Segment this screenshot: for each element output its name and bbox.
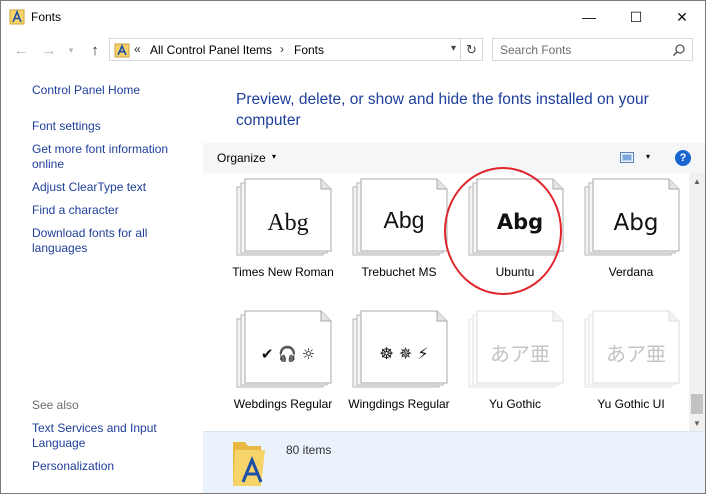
font-tile-verdana[interactable]: Abg Verdana [569, 177, 685, 305]
font-sample: ☸ ✵ ⚡ [379, 344, 428, 363]
vertical-scrollbar[interactable]: ▲ ▼ [689, 173, 705, 431]
download-fonts-link[interactable]: Download fonts for all languages [32, 226, 162, 256]
font-grid: Abg Times New Roman Abg Trebuchet MS Abg… [203, 173, 705, 431]
font-sample: Abg [267, 210, 308, 236]
breadcrumb-all-control-panel-items[interactable]: All Control Panel Items [150, 43, 272, 57]
font-file-icon: あア亜 [584, 310, 680, 388]
breadcrumb-fonts[interactable]: Fonts [294, 43, 324, 57]
font-name: Wingdings Regular [348, 397, 450, 411]
font-sample: あア亜 [490, 342, 550, 366]
font-file-icon: ☸ ✵ ⚡ [352, 310, 448, 388]
back-arrow-icon[interactable]: ← [11, 39, 31, 61]
up-arrow-icon[interactable]: ↑ [85, 39, 105, 61]
font-name: Yu Gothic UI [597, 397, 665, 411]
font-name: Times New Roman [232, 265, 334, 279]
font-tile-times-new-roman[interactable]: Abg Times New Roman [221, 177, 337, 305]
fonts-folder-icon [233, 442, 265, 486]
font-name: Ubuntu [495, 265, 535, 279]
find-a-character-link[interactable]: Find a character [32, 203, 197, 218]
page-heading: Preview, delete, or show and hide the fo… [236, 91, 649, 129]
scroll-up-arrow-icon[interactable]: ▲ [689, 173, 705, 189]
see-also-heading: See also [32, 398, 79, 412]
scroll-down-arrow-icon[interactable]: ▼ [689, 415, 705, 431]
search-input[interactable] [493, 39, 668, 60]
organize-button[interactable]: Organize [217, 151, 266, 165]
organize-chevron-icon[interactable]: ▾ [272, 152, 276, 161]
main-pane: Preview, delete, or show and hide the fo… [203, 65, 705, 493]
address-bar[interactable]: « All Control Panel Items › Fonts ▾ ↻ [109, 38, 483, 61]
font-file-icon: Abg [236, 178, 332, 256]
font-sample: ✔ 🎧 ☼ [261, 345, 315, 363]
search-box[interactable] [492, 38, 693, 61]
address-dropdown-icon[interactable]: ▾ [451, 43, 456, 54]
personalization-link[interactable]: Personalization [32, 459, 197, 474]
view-options-chevron-icon[interactable]: ▾ [646, 152, 650, 161]
font-file-icon: Abg [584, 178, 680, 256]
font-sample: Abg [497, 210, 543, 234]
text-services-link[interactable]: Text Services and Input Language [32, 421, 172, 451]
minimize-button[interactable]: — [566, 1, 612, 33]
details-pane: 80 items [203, 431, 705, 493]
font-sample: Abg [614, 210, 659, 236]
maximize-button[interactable]: ☐ [613, 1, 659, 33]
recent-locations-chevron-icon[interactable]: ▾ [61, 39, 81, 61]
scroll-thumb[interactable] [691, 394, 703, 414]
font-sample: あア亜 [606, 342, 666, 366]
font-tile-ubuntu[interactable]: Abg Ubuntu [453, 177, 569, 305]
forward-arrow-icon[interactable]: → [39, 39, 59, 61]
font-file-icon: あア亜 [468, 310, 564, 388]
font-name: Trebuchet MS [361, 265, 437, 279]
font-name: Verdana [608, 265, 654, 279]
font-file-icon: ✔ 🎧 ☼ [236, 310, 332, 388]
font-tile-yu-gothic[interactable]: あア亜 Yu Gothic [453, 309, 569, 431]
command-bar: Organize ▾ ▾ ? [203, 143, 705, 173]
font-name: Yu Gothic [488, 397, 542, 411]
left-pane: Control Panel Home Font settings Get mor… [1, 65, 202, 493]
help-icon[interactable]: ? [675, 150, 691, 166]
font-file-icon: Abg [352, 178, 448, 256]
font-tile-yu-gothic-ui[interactable]: あア亜 Yu Gothic UI [569, 309, 685, 431]
font-file-icon: Abg [468, 178, 564, 256]
font-settings-link[interactable]: Font settings [32, 119, 197, 134]
title-bar: Fonts — ☐ ✕ [1, 1, 705, 33]
font-name: Webdings Regular [233, 397, 333, 411]
control-panel-home-link[interactable]: Control Panel Home [32, 83, 197, 98]
fonts-window: Fonts — ☐ ✕ ← → ▾ ↑ « All Control Panel … [0, 0, 706, 494]
window-title: Fonts [31, 10, 62, 24]
fonts-folder-icon [114, 43, 130, 58]
breadcrumb-separator-icon[interactable]: › [280, 42, 284, 56]
search-icon[interactable] [672, 43, 686, 57]
font-sample: Abg [384, 207, 425, 233]
item-count: 80 items [286, 443, 332, 457]
font-tile-trebuchet-ms[interactable]: Abg Trebuchet MS [337, 177, 453, 305]
address-overflow-icon[interactable]: « [134, 42, 141, 56]
change-view-icon[interactable] [620, 152, 634, 163]
fonts-app-icon [9, 9, 25, 25]
close-button[interactable]: ✕ [659, 1, 705, 33]
refresh-icon[interactable]: ↻ [460, 39, 482, 60]
get-more-font-information-link[interactable]: Get more font information online [32, 142, 182, 172]
font-tile-webdings[interactable]: ✔ 🎧 ☼ Webdings Regular [221, 309, 337, 431]
adjust-cleartype-link[interactable]: Adjust ClearType text [32, 180, 197, 195]
font-tile-wingdings[interactable]: ☸ ✵ ⚡ Wingdings Regular [337, 309, 453, 431]
